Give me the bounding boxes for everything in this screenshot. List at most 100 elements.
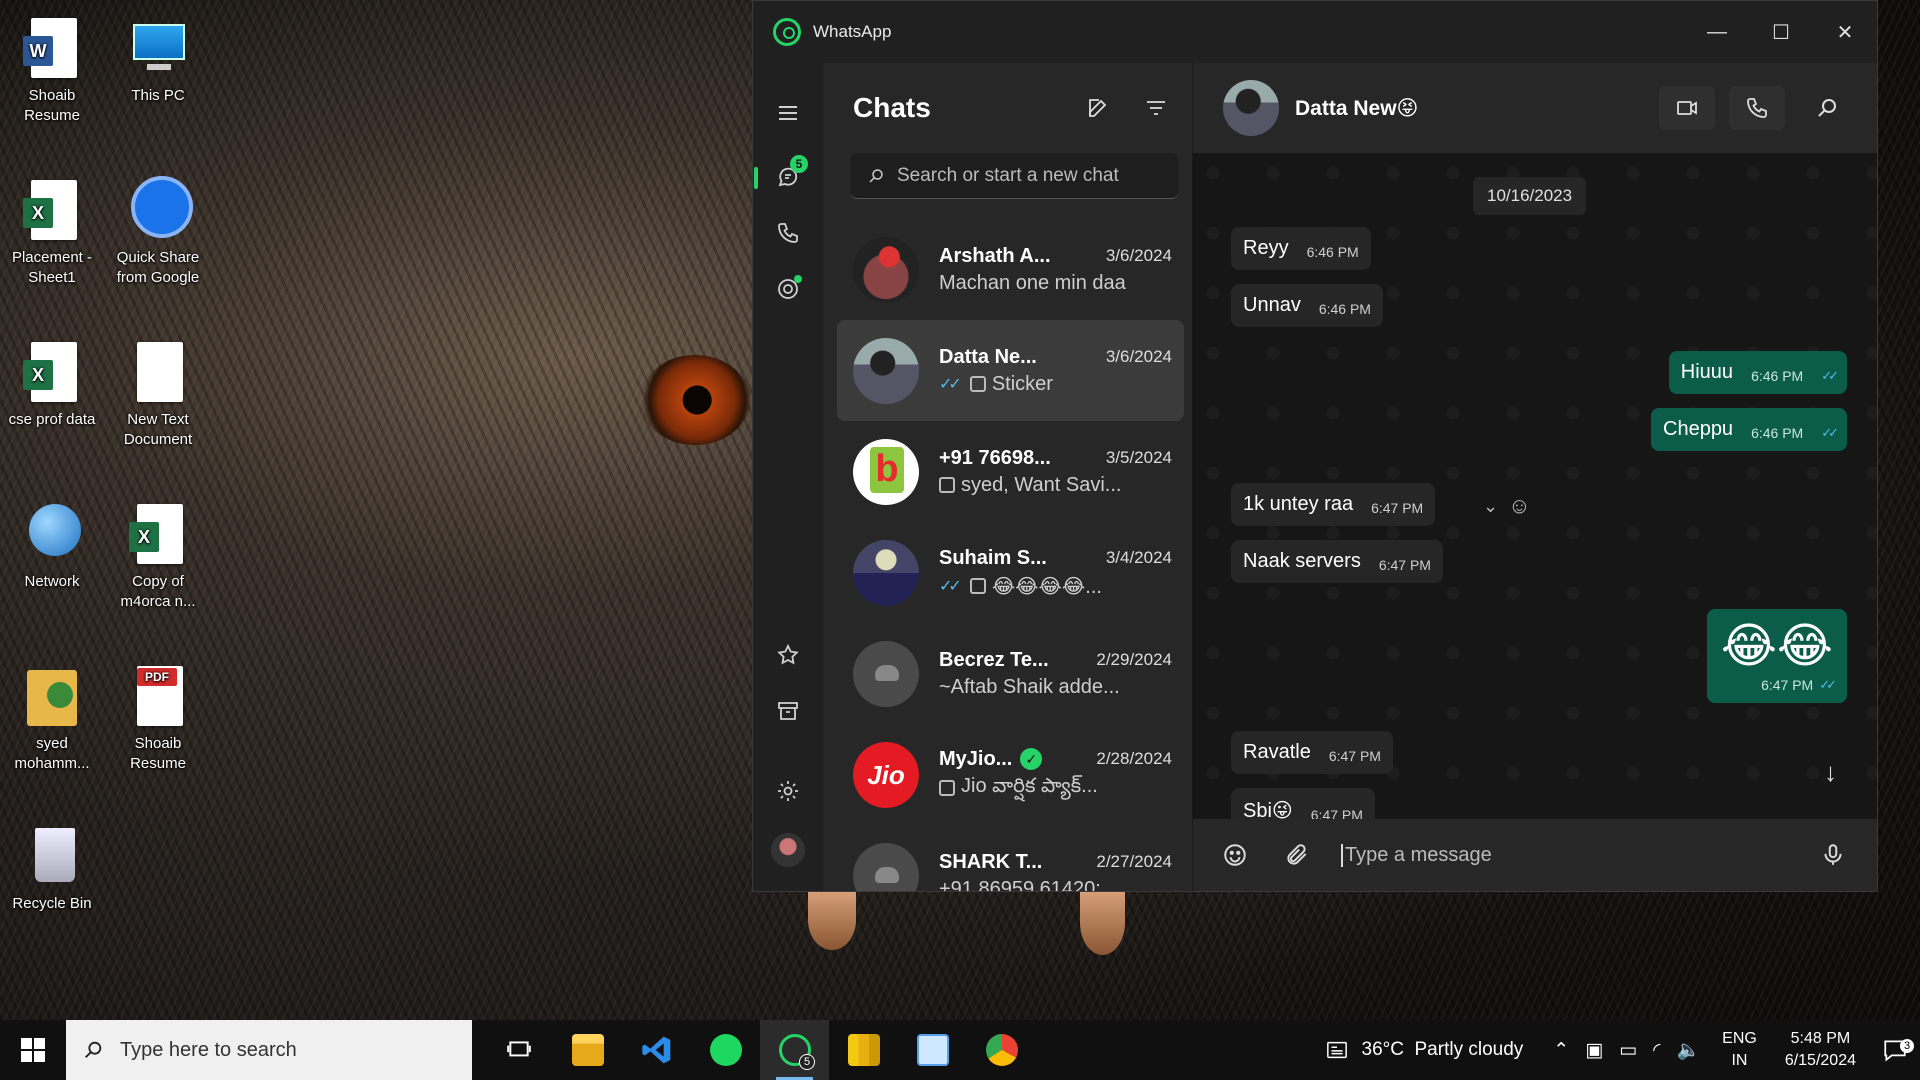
- video-call-button[interactable]: [1659, 86, 1715, 130]
- start-button[interactable]: [0, 1020, 66, 1080]
- settings-button[interactable]: [766, 769, 810, 813]
- image-icon: [969, 578, 986, 594]
- message-outgoing[interactable]: Hiuuu 6:46 PM ✓✓: [1668, 351, 1847, 394]
- message-time: 6:46 PM: [1751, 425, 1804, 441]
- chat-preview: Jio వార్షిక ప్యాక్...: [961, 774, 1098, 797]
- title-bar[interactable]: WhatsApp — ☐ ✕: [753, 1, 1877, 63]
- chat-item-bigbasket[interactable]: +91 76698... 3/5/2024 syed, Want Savi...: [837, 421, 1184, 522]
- language-indicator[interactable]: ENG IN: [1708, 1028, 1771, 1072]
- chat-item-shark[interactable]: SHARK T... 2/27/2024 +91 86959 61420:...: [837, 825, 1184, 891]
- message-incoming[interactable]: Reyy 6:46 PM: [1231, 227, 1371, 270]
- message-incoming[interactable]: Unnav 6:46 PM: [1231, 284, 1383, 327]
- unread-count-badge: 5: [790, 155, 808, 173]
- weather-widget[interactable]: 36°C Partly cloudy: [1316, 1039, 1532, 1061]
- desktop-icon-cse-prof-data[interactable]: X cse prof data: [2, 338, 102, 430]
- file-explorer-button[interactable]: [553, 1020, 622, 1080]
- message-time: 6:47 PM: [1371, 500, 1424, 516]
- desktop-icon-network[interactable]: Network: [2, 500, 102, 592]
- chat-list-panel: Chats Arshath A... 3/6/2024 Machan one mi…: [823, 63, 1193, 891]
- contact-name[interactable]: Datta New😝: [1295, 96, 1418, 121]
- desktop-icon-quick-share[interactable]: Quick Share from Google: [108, 176, 208, 288]
- status-nav-button[interactable]: [766, 267, 810, 311]
- volume-icon[interactable]: 🔈: [1668, 1038, 1708, 1062]
- desktop-icon-this-pc[interactable]: This PC: [108, 14, 208, 106]
- search-in-chat-button[interactable]: [1799, 86, 1855, 130]
- voice-message-button[interactable]: [1819, 841, 1847, 869]
- desktop-icon-shoaib-resume-docx[interactable]: W Shoaib Resume: [2, 14, 102, 126]
- chat-preview: ~Aftab Shaik adde...: [939, 675, 1120, 698]
- chat-name: +91 76698...: [939, 446, 1051, 469]
- excel-file-icon: X: [21, 176, 83, 246]
- chat-date: 3/6/2024: [1105, 347, 1172, 366]
- desktop-icon-recycle-bin[interactable]: Recycle Bin: [2, 822, 102, 914]
- wifi-icon[interactable]: ◜: [1645, 1039, 1668, 1062]
- battery-icon[interactable]: ▭: [1611, 1039, 1645, 1062]
- maximize-button[interactable]: ☐: [1749, 1, 1813, 63]
- chat-item-myjio[interactable]: Jio MyJio... ✓ 2/28/2024 Jio వార్షిక ప్యాక…: [837, 724, 1184, 825]
- scroll-to-bottom-arrow-icon[interactable]: ↓: [1824, 757, 1837, 788]
- desktop-icon-shoaib-resume-pdf[interactable]: PDF Shoaib Resume: [108, 662, 208, 774]
- message-time: 6:46 PM: [1751, 368, 1804, 384]
- emoji-button[interactable]: [1221, 841, 1249, 869]
- whatsapp-taskbar-button[interactable]: 5: [760, 1020, 829, 1080]
- power-bi-icon: [847, 1034, 880, 1066]
- message-incoming[interactable]: 1k untey raa 6:47 PM: [1231, 483, 1436, 526]
- video-camera-icon: [1677, 101, 1697, 115]
- chat-date: 2/27/2024: [1096, 852, 1172, 871]
- phone-icon: [778, 223, 798, 243]
- snipping-tool-button[interactable]: [898, 1020, 967, 1080]
- message-area[interactable]: 10/16/2023 Reyy 6:46 PM Unnav 6:46 PM Hi…: [1193, 153, 1877, 819]
- starred-messages-button[interactable]: [766, 633, 810, 677]
- task-view-button[interactable]: [484, 1020, 553, 1080]
- chat-preview: Machan one min daa: [939, 271, 1126, 294]
- menu-button[interactable]: [766, 91, 810, 135]
- message-outgoing-emoji[interactable]: 😂😂 6:47 PM ✓✓: [1706, 609, 1847, 703]
- message-time: 6:47 PM: [1378, 557, 1431, 573]
- message-outgoing[interactable]: Cheppu 6:46 PM ✓✓: [1651, 408, 1847, 451]
- desktop-icon-label: This PC: [131, 87, 185, 104]
- desktop-icon-syed-folder[interactable]: syed mohamm...: [2, 662, 102, 774]
- chat-item-becrez[interactable]: Becrez Te... 2/29/2024 ~Aftab Shaik adde.…: [837, 623, 1184, 724]
- chat-item-arshath[interactable]: Arshath A... 3/6/2024 Machan one min daa: [837, 219, 1184, 320]
- contact-avatar[interactable]: [1223, 80, 1279, 136]
- message-incoming[interactable]: Sbi😜 6:47 PM: [1231, 788, 1375, 819]
- chevron-down-icon[interactable]: ⌄: [1483, 496, 1498, 517]
- chat-preview: syed, Want Savi...: [961, 473, 1122, 496]
- chat-item-datta[interactable]: Datta Ne... 3/6/2024 ✓✓ Sticker: [837, 320, 1184, 421]
- chat-name: Becrez Te...: [939, 648, 1049, 671]
- calls-nav-button[interactable]: [766, 211, 810, 255]
- close-button[interactable]: ✕: [1813, 1, 1877, 63]
- show-hidden-icons-button[interactable]: ⌃: [1545, 1039, 1577, 1062]
- spotify-button[interactable]: [691, 1020, 760, 1080]
- message-input[interactable]: [1341, 843, 1819, 867]
- action-center-button[interactable]: 3: [1870, 1037, 1920, 1063]
- desktop-icon-new-text-document[interactable]: New Text Document: [108, 338, 208, 450]
- window-controls: — ☐ ✕: [1685, 1, 1877, 63]
- filter-icon[interactable]: [1144, 96, 1168, 120]
- chats-nav-button[interactable]: 5: [754, 155, 810, 199]
- attach-button[interactable]: [1283, 841, 1311, 869]
- conversation-header[interactable]: Datta New😝: [1193, 63, 1877, 153]
- desktop-icon-placement-sheet[interactable]: X Placement - Sheet1: [2, 176, 102, 288]
- power-bi-button[interactable]: [829, 1020, 898, 1080]
- chevron-up-icon: ⌃: [1553, 1039, 1570, 1061]
- chat-search-input[interactable]: [897, 164, 1157, 187]
- vscode-button[interactable]: [622, 1020, 691, 1080]
- desktop-icon-copy-of-m4orca[interactable]: X Copy of m4orca n...: [108, 500, 208, 612]
- star-icon: [777, 643, 799, 665]
- profile-avatar[interactable]: [771, 833, 805, 867]
- minimize-button[interactable]: —: [1685, 1, 1749, 63]
- clock[interactable]: 5:48 PM 6/15/2024: [1771, 1028, 1870, 1072]
- chat-search-box[interactable]: [851, 153, 1178, 199]
- message-incoming[interactable]: Ravatle 6:47 PM: [1231, 731, 1393, 774]
- archived-chats-button[interactable]: [766, 689, 810, 733]
- emoji-react-icon[interactable]: ☺: [1508, 493, 1530, 519]
- message-incoming[interactable]: Naak servers 6:47 PM: [1231, 540, 1443, 583]
- voice-call-button[interactable]: [1729, 86, 1785, 130]
- taskbar-search-input[interactable]: [120, 1038, 385, 1062]
- meet-now-icon[interactable]: ▣: [1577, 1039, 1611, 1062]
- taskbar-search[interactable]: [66, 1020, 472, 1080]
- chrome-button[interactable]: [967, 1020, 1036, 1080]
- chat-item-suhaim[interactable]: Suhaim S... 3/4/2024 ✓✓ 😂😂😂😂...: [837, 522, 1184, 623]
- new-chat-icon[interactable]: [1086, 96, 1110, 120]
